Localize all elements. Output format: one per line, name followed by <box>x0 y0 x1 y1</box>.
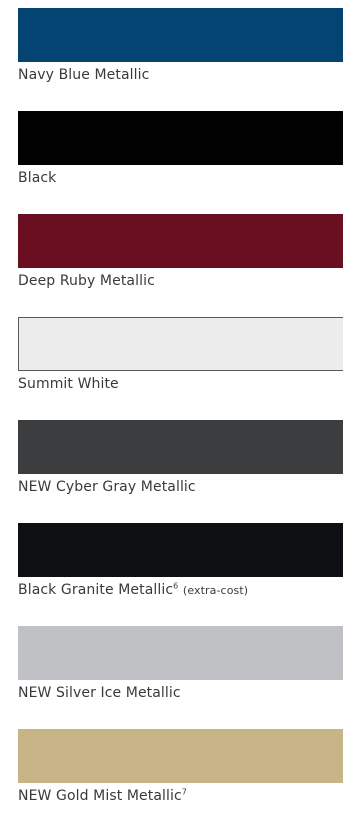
color-name: NEW Silver Ice Metallic <box>18 685 181 701</box>
color-item-black-granite-metallic: Black Granite Metallic6 (extra-cost) <box>18 523 343 599</box>
color-swatch <box>18 626 343 680</box>
color-swatch <box>18 8 343 62</box>
color-name: Black Granite Metallic6 (extra-cost) <box>18 581 249 598</box>
color-swatch <box>18 111 343 165</box>
color-swatch <box>18 214 343 268</box>
color-name: Summit White <box>18 376 119 392</box>
color-name: Navy Blue Metallic <box>18 67 150 83</box>
color-item-black: Black <box>18 111 343 187</box>
color-swatch <box>18 729 343 783</box>
color-item-cyber-gray-metallic: NEW Cyber Gray Metallic <box>18 420 343 496</box>
color-name: Black <box>18 170 57 186</box>
color-item-navy-blue-metallic: Navy Blue Metallic <box>18 8 343 84</box>
color-swatch <box>18 420 343 474</box>
color-item-deep-ruby-metallic: Deep Ruby Metallic <box>18 214 343 290</box>
color-item-silver-ice-metallic: NEW Silver Ice Metallic <box>18 626 343 702</box>
color-item-gold-mist-metallic: NEW Gold Mist Metallic7 <box>18 729 343 805</box>
footnote-marker: 7 <box>181 787 187 797</box>
color-item-summit-white: Summit White <box>18 317 343 393</box>
footnote-marker: 6 <box>173 581 179 591</box>
color-swatch <box>18 523 343 577</box>
color-name: Deep Ruby Metallic <box>18 273 155 289</box>
extra-cost-note: (extra-cost) <box>182 584 249 597</box>
color-swatch <box>18 317 343 371</box>
color-name: NEW Gold Mist Metallic7 <box>18 787 187 804</box>
color-name: NEW Cyber Gray Metallic <box>18 479 196 495</box>
